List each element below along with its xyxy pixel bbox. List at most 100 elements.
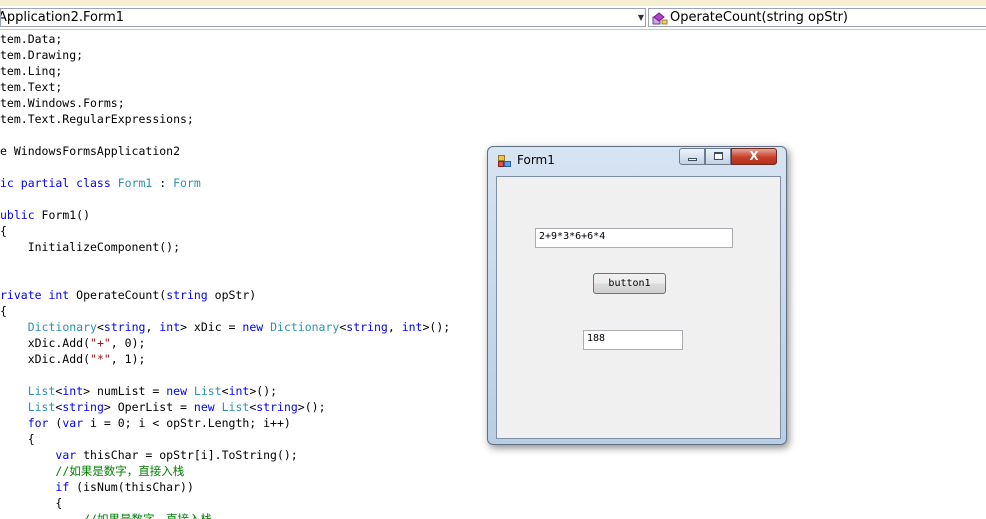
code-line: List<string> OperList = new List<string>… <box>0 399 326 415</box>
code-token: (isNum(thisChar)) <box>69 480 194 494</box>
code-token: { <box>0 432 35 446</box>
code-token: new <box>242 320 271 334</box>
code-token: > OperList = <box>103 400 194 414</box>
code-line: if (isNum(thisChar)) <box>0 479 194 495</box>
code-line: tem.Windows.Forms; <box>0 95 125 111</box>
code-token: { <box>0 224 7 238</box>
code-line: tem.Text; <box>0 79 62 95</box>
code-token: List <box>221 400 250 414</box>
code-line: ic partial class Form1 : Form <box>0 175 201 191</box>
code-token: tem.Windows.Forms; <box>0 96 125 110</box>
class-dropdown-value: Application2.Form1 <box>0 10 125 25</box>
code-token: ic partial class <box>0 176 118 190</box>
code-line: //如果是数字，直接入栈 <box>0 511 212 519</box>
code-token: > xDic = <box>180 320 243 334</box>
code-token: : <box>152 176 174 190</box>
code-token: string <box>346 320 388 334</box>
code-token: List <box>27 400 56 414</box>
form1-window: Form1 X 2+9*3*6+6*4 button1 188 <box>487 146 787 445</box>
code-token: Dictionary <box>27 320 97 334</box>
code-token: > numList = <box>83 384 167 398</box>
code-token: string <box>62 400 104 414</box>
member-dropdown-value: OperateCount(string opStr) <box>670 10 848 25</box>
code-token: tem.Data; <box>0 32 63 46</box>
code-line: rivate int OperateCount(string opStr) <box>0 287 256 303</box>
code-line: for (var i = 0; i < opStr.Length; i++) <box>0 415 291 431</box>
code-token: List <box>193 384 222 398</box>
code-line: tem.Text.RegularExpressions; <box>0 111 194 127</box>
code-line: { <box>0 495 62 511</box>
member-dropdown[interactable]: OperateCount(string opStr) <box>648 8 986 27</box>
chevron-down-icon[interactable]: ▼ <box>638 9 644 26</box>
code-token: Form1 <box>117 176 153 190</box>
code-token: int <box>401 320 423 334</box>
code-line: var thisChar = opStr[i].ToString(); <box>0 447 297 463</box>
form-client-area: 2+9*3*6+6*4 button1 188 <box>496 176 781 439</box>
code-token: if <box>55 480 70 494</box>
code-line: InitializeComponent(); <box>0 239 180 255</box>
code-token: xDic.Add( <box>0 352 91 366</box>
code-line: { <box>0 223 7 239</box>
code-line: { <box>0 303 7 319</box>
code-token: >(); <box>297 400 326 414</box>
code-token: < <box>96 320 104 334</box>
result-output[interactable]: 188 <box>583 330 683 350</box>
code-token: e WindowsFormsApplication2 <box>0 144 181 158</box>
navigation-bar: Application2.Form1 ▼ OperateCount(string… <box>0 6 986 30</box>
code-token: Form <box>173 176 201 190</box>
code-token: tem.Text; <box>0 80 63 94</box>
code-token: , 0); <box>110 336 146 350</box>
code-token: >(); <box>249 384 278 398</box>
method-icon <box>652 12 668 25</box>
code-line: List<int> numList = new List<int>(); <box>0 383 277 399</box>
code-token: OperateCount( <box>69 288 167 302</box>
close-button[interactable]: X <box>731 148 777 165</box>
code-line: e WindowsFormsApplication2 <box>0 143 180 159</box>
code-token: int <box>228 384 250 398</box>
code-token: for <box>27 416 49 430</box>
code-token: List <box>27 384 56 398</box>
code-line: //如果是数字，直接入栈 <box>0 463 184 479</box>
code-token: var <box>55 448 77 462</box>
code-token: InitializeComponent(); <box>0 240 181 254</box>
minimize-button[interactable] <box>679 148 705 165</box>
code-token: //如果是数字，直接入栈 <box>83 512 212 519</box>
code-token: { <box>0 304 7 318</box>
code-token: Form1() <box>34 208 91 222</box>
code-line: Dictionary<string, int> xDic = new Dicti… <box>0 319 450 335</box>
code-token: string <box>256 400 298 414</box>
code-line: tem.Linq; <box>0 63 62 79</box>
code-line: xDic.Add("*", 1); <box>0 351 146 367</box>
code-token: , <box>145 320 160 334</box>
code-line: tem.Data; <box>0 31 62 47</box>
code-token: ublic <box>0 208 35 222</box>
code-token: Dictionary <box>270 320 340 334</box>
button1[interactable]: button1 <box>593 273 666 294</box>
code-line: xDic.Add("+", 0); <box>0 335 146 351</box>
maximize-button[interactable] <box>705 148 731 165</box>
code-token: { <box>0 496 63 510</box>
code-token: tem.Text.RegularExpressions; <box>0 112 194 126</box>
code-line: { <box>0 431 35 447</box>
code-token: new <box>166 384 194 398</box>
expression-input[interactable]: 2+9*3*6+6*4 <box>535 228 733 248</box>
code-token: tem.Linq; <box>0 64 63 78</box>
close-icon: X <box>749 149 759 163</box>
code-token: xDic.Add( <box>0 336 91 350</box>
window-titlebar[interactable]: Form1 X <box>488 147 786 175</box>
code-token: < <box>221 384 229 398</box>
code-token: "*" <box>90 352 111 366</box>
code-token: opStr) <box>207 288 257 302</box>
maximize-icon <box>714 152 723 160</box>
code-token: , <box>387 320 402 334</box>
code-token: i = 0; i < opStr.Length; i++) <box>83 416 291 430</box>
class-dropdown[interactable]: Application2.Form1 ▼ <box>0 8 646 27</box>
